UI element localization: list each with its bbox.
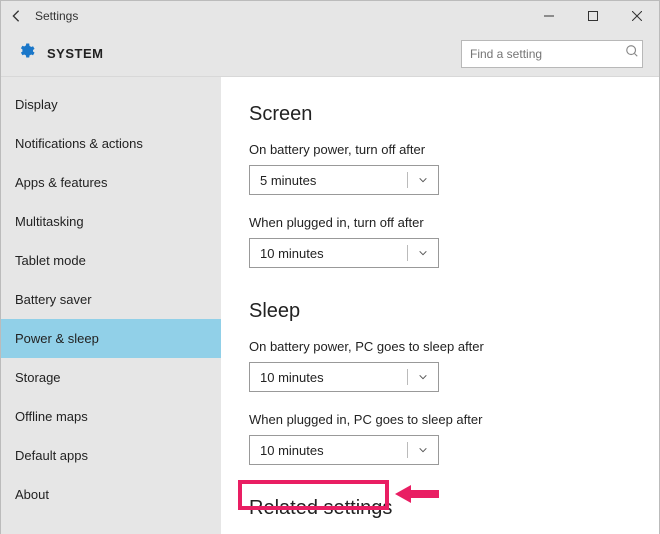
related-section-title: Related settings (249, 497, 659, 520)
sidebar-item-notifications[interactable]: Notifications & actions (1, 124, 221, 163)
search-box[interactable] (461, 40, 643, 68)
dropdown-divider (407, 369, 408, 385)
close-button[interactable] (615, 1, 659, 31)
screen-plugged-value: 10 minutes (260, 246, 324, 261)
header-left: SYSTEM (17, 42, 103, 65)
app-header: SYSTEM (1, 31, 659, 77)
sidebar-item-multitasking[interactable]: Multitasking (1, 202, 221, 241)
dropdown-divider (407, 442, 408, 458)
screen-battery-label: On battery power, turn off after (249, 142, 659, 157)
sleep-battery-dropdown[interactable]: 10 minutes (249, 362, 439, 392)
search-icon (625, 44, 639, 63)
sidebar-item-tablet[interactable]: Tablet mode (1, 241, 221, 280)
sidebar-item-about[interactable]: About (1, 475, 221, 514)
sleep-plugged-label: When plugged in, PC goes to sleep after (249, 412, 659, 427)
sleep-battery-label: On battery power, PC goes to sleep after (249, 339, 659, 354)
sidebar-item-default-apps[interactable]: Default apps (1, 436, 221, 475)
screen-battery-dropdown[interactable]: 5 minutes (249, 165, 439, 195)
sidebar: Display Notifications & actions Apps & f… (1, 77, 221, 534)
window-title: Settings (35, 9, 78, 23)
dropdown-divider (407, 245, 408, 261)
chevron-down-icon (417, 371, 429, 383)
sleep-plugged-value: 10 minutes (260, 443, 324, 458)
sleep-battery-value: 10 minutes (260, 370, 324, 385)
sleep-section-title: Sleep (249, 300, 659, 323)
screen-battery-value: 5 minutes (260, 173, 316, 188)
gear-icon (17, 42, 35, 65)
screen-plugged-dropdown[interactable]: 10 minutes (249, 238, 439, 268)
sidebar-item-display[interactable]: Display (1, 85, 221, 124)
sleep-plugged-dropdown[interactable]: 10 minutes (249, 435, 439, 465)
main-panel: Screen On battery power, turn off after … (221, 77, 659, 534)
window-titlebar: Settings (1, 1, 659, 31)
maximize-button[interactable] (571, 1, 615, 31)
chevron-down-icon (417, 174, 429, 186)
back-button[interactable] (9, 9, 23, 23)
screen-section-title: Screen (249, 103, 659, 126)
sidebar-item-apps[interactable]: Apps & features (1, 163, 221, 202)
dropdown-divider (407, 172, 408, 188)
sidebar-item-battery[interactable]: Battery saver (1, 280, 221, 319)
sidebar-item-offline-maps[interactable]: Offline maps (1, 397, 221, 436)
page-title: SYSTEM (47, 46, 103, 61)
sidebar-item-storage[interactable]: Storage (1, 358, 221, 397)
content-area: Display Notifications & actions Apps & f… (1, 77, 659, 534)
chevron-down-icon (417, 444, 429, 456)
titlebar-left: Settings (1, 9, 78, 23)
sidebar-item-power[interactable]: Power & sleep (1, 319, 221, 358)
window-controls (527, 1, 659, 31)
search-input[interactable] (470, 47, 625, 61)
chevron-down-icon (417, 247, 429, 259)
minimize-button[interactable] (527, 1, 571, 31)
screen-plugged-label: When plugged in, turn off after (249, 215, 659, 230)
